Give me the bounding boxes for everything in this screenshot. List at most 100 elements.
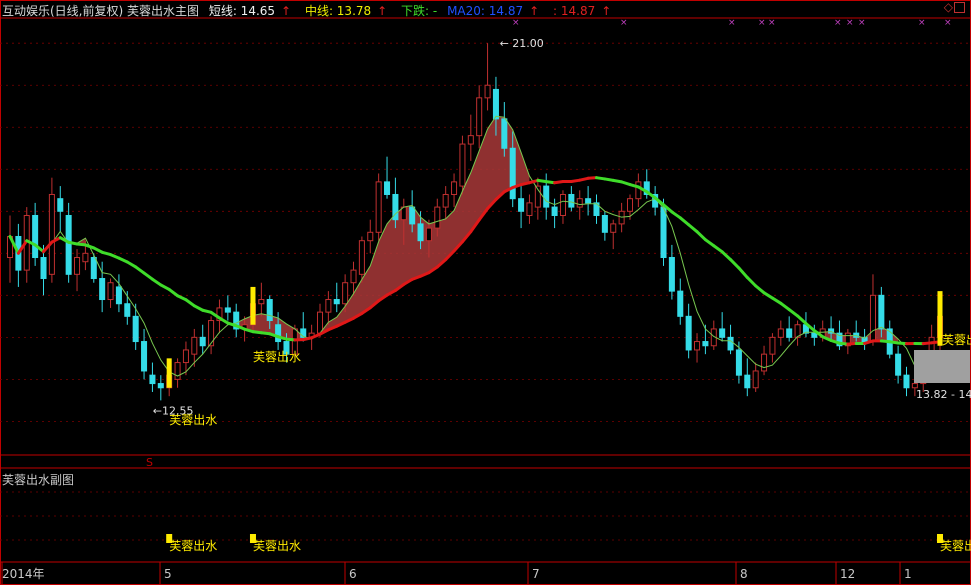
- candle-body: [124, 303, 131, 317]
- candle-body: [551, 206, 558, 216]
- top-marker: ×: [918, 18, 926, 28]
- low-annotation: ←12.55: [153, 404, 194, 417]
- x-axis-label: 8: [740, 567, 748, 581]
- x-axis-label: 6: [349, 567, 357, 581]
- stock-chart: 芙蓉出水芙蓉出水芙蓉出水芙蓉出水芙蓉出芙蓉出← 21.00←12.5513.82…: [0, 0, 971, 585]
- candle-body: [199, 336, 206, 347]
- top-marker: ×: [758, 18, 766, 28]
- candle-body: [702, 341, 709, 347]
- candle-body: [878, 294, 885, 330]
- up-arrow-icon: ↑: [377, 4, 388, 18]
- candle-body: [350, 269, 357, 284]
- candle-body: [626, 198, 634, 212]
- x-axis-label: 1: [904, 567, 912, 581]
- candle-body: [115, 286, 122, 305]
- high-annotation: ← 21.00: [500, 37, 544, 50]
- down-label: 下跌: -: [401, 4, 438, 18]
- candle-body: [585, 198, 592, 204]
- candle-body: [375, 181, 382, 233]
- candle-body: [459, 143, 466, 187]
- candle-body: [174, 362, 181, 380]
- ma20-segment: [745, 275, 758, 288]
- ma20-label: MA20: 14.87: [447, 4, 524, 18]
- price-box: [914, 350, 970, 383]
- candle-body: [266, 299, 273, 322]
- candle-body: [32, 214, 39, 259]
- candle-body: [48, 193, 55, 275]
- ma20-segment: [754, 284, 766, 295]
- candle-body: [224, 307, 231, 313]
- candle-body: [275, 324, 282, 343]
- extra-label: : 14.87: [553, 4, 596, 18]
- candle-body: [668, 257, 675, 292]
- close-icon[interactable]: [954, 2, 965, 13]
- candle-body: [761, 353, 768, 372]
- candle-body: [82, 252, 89, 263]
- candle-body: [325, 299, 332, 313]
- ma20-segment: [134, 265, 146, 275]
- settings-icon[interactable]: ◇: [944, 0, 953, 14]
- candle-body: [417, 223, 424, 242]
- candle-body: [526, 202, 533, 216]
- candle-body: [342, 282, 349, 305]
- up-arrow-icon: ↑: [529, 4, 540, 18]
- sub-chart-title: 芙蓉出水副图: [2, 473, 75, 487]
- ma20-segment: [184, 298, 196, 308]
- x-axis-label: 5: [164, 567, 172, 581]
- candle-body: [735, 349, 742, 376]
- candle-body: [442, 193, 449, 208]
- candle-body: [677, 290, 684, 317]
- candle-body: [132, 315, 139, 343]
- candle-body: [694, 341, 701, 351]
- candle-body: [333, 299, 340, 305]
- ma20-segment: [150, 277, 163, 287]
- ma20-segment: [737, 266, 749, 279]
- candle-body: [601, 214, 608, 233]
- candle-body: [149, 374, 156, 385]
- candle-body: [191, 336, 198, 355]
- candle-body: [509, 147, 516, 200]
- candle-body: [811, 332, 818, 338]
- signal-label: 芙蓉出: [942, 333, 971, 347]
- candle-body: [316, 311, 324, 334]
- candle-body: [434, 206, 441, 229]
- candle-body: [451, 181, 458, 195]
- candle-body: [744, 374, 751, 389]
- candle-body: [99, 278, 106, 301]
- candle-body: [157, 383, 164, 389]
- ma20-segment: [678, 216, 691, 227]
- candle-body: [367, 231, 374, 242]
- ma20-segment: [167, 287, 180, 298]
- sub-signal-label: 芙蓉出水: [169, 539, 217, 553]
- candle-body: [727, 336, 734, 351]
- candle-body: [660, 206, 667, 259]
- sub-signal-label: 芙蓉出: [940, 539, 971, 553]
- x-axis-label: 2014年: [2, 567, 45, 581]
- candle-body: [57, 198, 64, 212]
- candle-body: [869, 294, 876, 343]
- candle-body: [467, 135, 474, 145]
- candle-body: [543, 185, 550, 208]
- candle-body: [484, 84, 491, 99]
- ma20-segment: [687, 223, 699, 234]
- candle-body: [895, 353, 902, 376]
- candle-body: [182, 349, 189, 364]
- candle-body: [903, 374, 910, 389]
- candle-body: [476, 97, 483, 137]
- candle-body: [258, 299, 265, 305]
- candle-body: [425, 227, 432, 242]
- signal-label: 芙蓉出水: [253, 350, 301, 364]
- x-axis-label: 7: [532, 567, 540, 581]
- signal-bar: [250, 286, 256, 325]
- signal-bar: [166, 358, 172, 388]
- ma20-segment: [729, 258, 741, 270]
- candle-body: [518, 198, 525, 212]
- candle-body: [40, 257, 47, 280]
- candle-body: [384, 181, 391, 195]
- candle-body: [752, 370, 759, 389]
- candle-body: [769, 336, 776, 355]
- candle-body: [492, 88, 499, 120]
- top-marker: ×: [834, 18, 842, 28]
- top-marker: ×: [858, 18, 866, 28]
- candle-body: [74, 257, 81, 275]
